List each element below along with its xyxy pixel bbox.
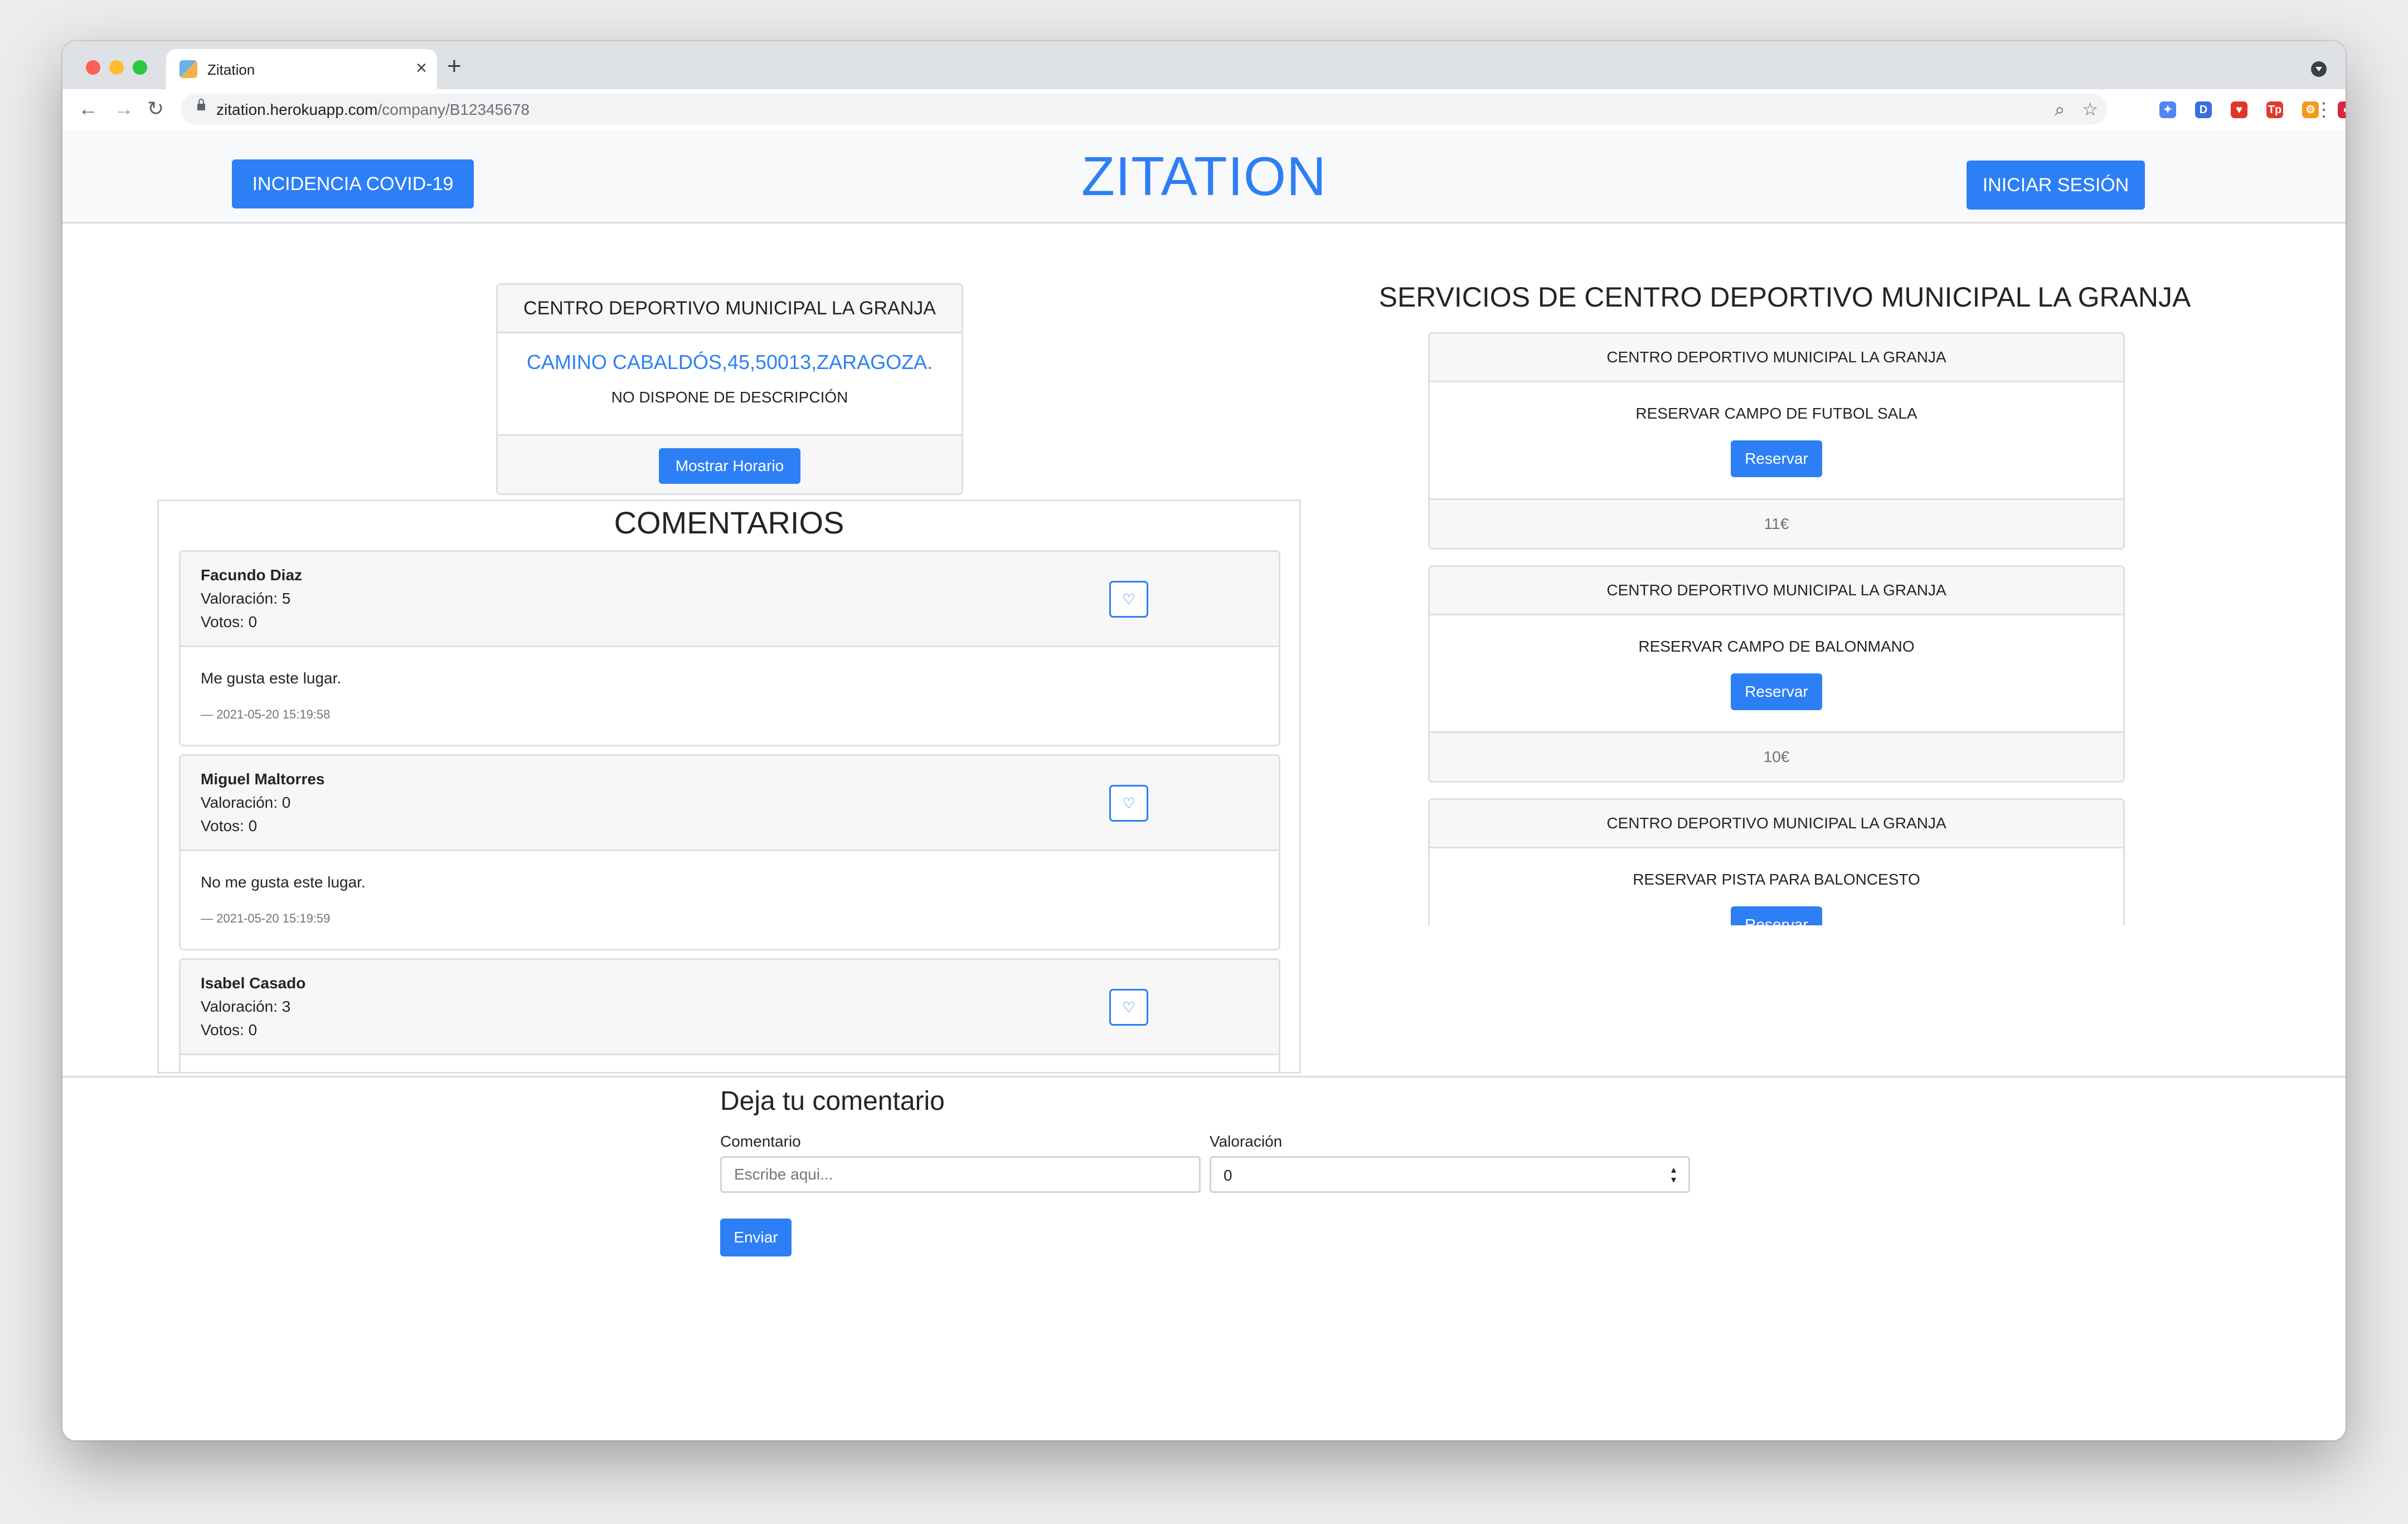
new-tab-icon[interactable]: + [447, 52, 462, 80]
browser-tab[interactable]: Zitation × [166, 49, 437, 89]
feather-extension-icon[interactable]: ✦ [2159, 101, 2176, 118]
reserve-button[interactable]: Reservar [1731, 440, 1822, 477]
address-bar[interactable]: zitation.herokuapp.com/company/B12345678… [181, 94, 2107, 125]
comment-header: Isabel Casado Valoración: 3 Votos: 0 ♡ [181, 960, 1279, 1055]
rating-select-value: 0 [1224, 1167, 1232, 1184]
reserve-button[interactable]: Reservar [1731, 673, 1822, 710]
service-name: RESERVAR CAMPO DE FUTBOL SALA [1635, 405, 1917, 422]
comment-author: Isabel Casado [201, 974, 306, 992]
comment-input[interactable] [720, 1156, 1201, 1193]
service-body: RESERVAR CAMPO DE FUTBOL SALA Reservar [1430, 382, 2123, 498]
tab-title: Zitation [207, 61, 255, 78]
service-card: CENTRO DEPORTIVO MUNICIPAL LA GRANJA RES… [1428, 332, 2125, 550]
service-name: RESERVAR PISTA PARA BALONCESTO [1633, 871, 1920, 888]
select-arrows-icon: ▴ ▾ [1671, 1164, 1676, 1185]
comment-rating: Valoración: 3 [201, 998, 291, 1015]
reload-icon[interactable]: ↻ [147, 95, 164, 123]
bookmark-star-icon[interactable]: ☆ [2082, 98, 2098, 120]
service-name: RESERVAR CAMPO DE BALONMANO [1638, 638, 1915, 655]
tab-strip: Zitation × + [62, 41, 2346, 89]
services-list[interactable]: CENTRO DEPORTIVO MUNICIPAL LA GRANJA RES… [62, 130, 2346, 925]
reserve-button[interactable]: Reservar [1731, 906, 1822, 925]
service-price: 10€ [1430, 731, 2123, 781]
service-price: 11€ [1430, 498, 2123, 548]
service-card: CENTRO DEPORTIVO MUNICIPAL LA GRANJA RES… [1428, 798, 2125, 925]
comment-card: Isabel Casado Valoración: 3 Votos: 0 ♡ [179, 958, 1280, 1072]
url-path: /company/B12345678 [377, 101, 530, 118]
service-provider: CENTRO DEPORTIVO MUNICIPAL LA GRANJA [1430, 800, 2123, 848]
service-provider: CENTRO DEPORTIVO MUNICIPAL LA GRANJA [1430, 334, 2123, 382]
service-provider: CENTRO DEPORTIVO MUNICIPAL LA GRANJA [1430, 567, 2123, 615]
minimize-window-button[interactable] [109, 60, 124, 75]
tab-search-icon[interactable] [2311, 61, 2327, 77]
submit-comment-button[interactable]: Enviar [720, 1219, 792, 1256]
service-card: CENTRO DEPORTIVO MUNICIPAL LA GRANJA RES… [1428, 565, 2125, 783]
like-heart-icon[interactable]: ♡ [1109, 989, 1148, 1026]
favicon-icon [179, 60, 197, 78]
zoom-icon[interactable]: ⌕ [2055, 98, 2065, 120]
web-page: INCIDENCIA COVID-19 ZITATION INICIAR SES… [62, 130, 2346, 1440]
comment-form-title: Deja tu comentario [720, 1086, 945, 1116]
lock-icon [197, 99, 205, 110]
tab-close-icon[interactable]: × [416, 57, 427, 79]
back-icon[interactable]: ← [78, 95, 98, 123]
rating-select[interactable]: 0 ▴ ▾ [1210, 1156, 1690, 1193]
shield-extension-icon[interactable]: ♥ [2231, 101, 2247, 118]
service-body: RESERVAR PISTA PARA BALONCESTO Reservar [1430, 848, 2123, 925]
tp-extension-icon[interactable]: Tp [2266, 101, 2283, 118]
red-circle-extension-icon[interactable]: ● [2338, 101, 2346, 118]
section-divider [62, 1076, 2346, 1078]
url-domain: zitation.herokuapp.com [216, 101, 378, 118]
maximize-window-button[interactable] [133, 60, 147, 75]
browser-window: Zitation × + ← → ↻ zitation.herokuapp.co… [62, 41, 2346, 1440]
d-extension-icon[interactable]: D [2195, 101, 2212, 118]
browser-toolbar: ← → ↻ zitation.herokuapp.com/company/B12… [62, 89, 2346, 132]
url-text: zitation.herokuapp.com/company/B12345678 [216, 101, 530, 119]
close-window-button[interactable] [86, 60, 100, 75]
comment-label: Comentario [720, 1133, 801, 1150]
browser-menu-icon[interactable]: ⋮ [2314, 96, 2333, 124]
forward-icon[interactable]: → [114, 95, 134, 123]
service-body: RESERVAR CAMPO DE BALONMANO Reservar [1430, 615, 2123, 731]
rating-label: Valoración [1210, 1133, 1283, 1150]
comment-votes: Votos: 0 [201, 1021, 258, 1038]
